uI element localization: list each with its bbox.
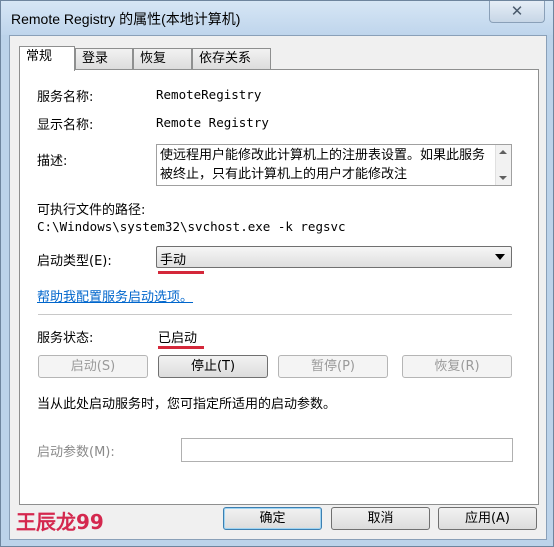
ok-button[interactable]: 确定: [223, 507, 322, 530]
section-divider: [38, 314, 512, 315]
resume-button[interactable]: 恢复(R): [402, 355, 512, 378]
scroll-up-icon[interactable]: [499, 150, 507, 154]
description-scrollbar[interactable]: [495, 145, 511, 185]
start-button[interactable]: 启动(S): [38, 355, 148, 378]
service-name-value: RemoteRegistry: [156, 87, 262, 102]
path-value: C:\Windows\system32\svchost.exe -k regsv…: [37, 219, 346, 234]
startup-type-highlight: [158, 271, 204, 274]
startup-type-value: 手动: [160, 253, 187, 268]
path-label: 可执行文件的路径:: [37, 203, 146, 218]
close-icon: ✕: [510, 2, 524, 20]
startup-type-label: 启动类型(E):: [37, 254, 112, 269]
close-button[interactable]: ✕: [489, 1, 545, 23]
service-status-value: 已启动: [158, 331, 198, 346]
service-name-label: 服务名称:: [37, 90, 94, 105]
description-box[interactable]: 使远程用户能修改此计算机上的注册表设置。如果此服务被终止，只有此计算机上的用户才…: [156, 144, 512, 186]
general-panel: 服务名称: RemoteRegistry 显示名称: Remote Regist…: [19, 69, 539, 505]
start-params-input[interactable]: [181, 438, 513, 462]
tab-general[interactable]: 常规: [19, 46, 75, 71]
window-title: Remote Registry 的属性(本地计算机): [11, 11, 241, 27]
author-signature: 王辰龙99: [16, 510, 104, 534]
help-startup-link[interactable]: 帮助我配置服务启动选项。: [37, 286, 193, 305]
apply-button[interactable]: 应用(A): [438, 507, 537, 530]
display-name-label: 显示名称:: [37, 118, 94, 133]
chevron-down-icon: [495, 254, 505, 260]
display-name-value: Remote Registry: [156, 115, 269, 130]
status-highlight: [158, 346, 204, 349]
scroll-down-icon[interactable]: [499, 176, 507, 180]
startup-type-select[interactable]: 手动: [156, 246, 512, 268]
tab-logon[interactable]: 登录: [75, 48, 133, 69]
cancel-button[interactable]: 取消: [331, 507, 430, 530]
properties-window: Remote Registry 的属性(本地计算机) ✕ 常规 登录 恢复 依存…: [0, 0, 554, 547]
stop-button[interactable]: 停止(T): [158, 355, 268, 378]
service-status-label: 服务状态:: [37, 331, 94, 346]
tab-recovery[interactable]: 恢复: [133, 48, 192, 69]
description-text: 使远程用户能修改此计算机上的注册表设置。如果此服务被终止，只有此计算机上的用户才…: [160, 148, 486, 182]
tab-dependencies[interactable]: 依存关系: [192, 48, 271, 69]
start-params-hint: 当从此处启动服务时，您可指定所适用的启动参数。: [37, 397, 337, 412]
description-label: 描述:: [37, 154, 68, 169]
dialog-client: 常规 登录 恢复 依存关系 服务名称: RemoteRegistry 显示名称:…: [9, 35, 547, 540]
title-bar[interactable]: Remote Registry 的属性(本地计算机) ✕: [1, 1, 553, 35]
start-params-label: 启动参数(M):: [37, 445, 115, 460]
pause-button[interactable]: 暂停(P): [278, 355, 388, 378]
